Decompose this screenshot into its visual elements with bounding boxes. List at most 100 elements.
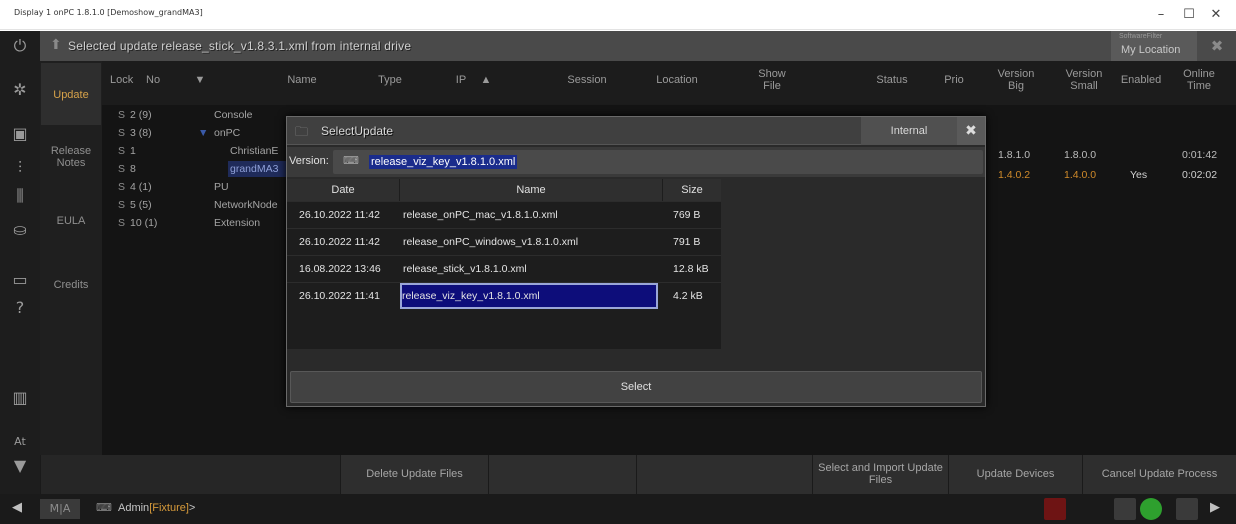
file-size: 4.2 kB [673, 290, 703, 302]
online-time: 0:02:02 [1182, 169, 1218, 181]
command-destination: [Fixture] [149, 502, 189, 514]
tab-credits[interactable]: Credits [41, 257, 101, 317]
row-no: 5 (5) [130, 199, 152, 211]
row-no: 2 (9) [130, 109, 152, 121]
file-column-size[interactable]: Size [663, 179, 721, 201]
command-user: Admin [118, 502, 150, 514]
row-name: grandMA3 [228, 161, 286, 177]
at-icon[interactable]: At [6, 429, 34, 455]
column-online-time[interactable]: Online Time [1174, 61, 1224, 105]
column-type[interactable]: Type [362, 61, 418, 105]
file-row[interactable]: 26.10.2022 11:42 release_onPC_mac_v1.8.1… [287, 201, 721, 227]
software-filter[interactable]: SoftwareFilter My Location [1111, 31, 1197, 61]
file-date: 26.10.2022 11:42 [299, 236, 380, 248]
delete-update-files-button[interactable]: Delete Update Files [340, 455, 488, 494]
tab-eula[interactable]: EULA [41, 193, 101, 253]
file-size: 791 B [673, 236, 701, 248]
help-icon[interactable]: ? [6, 295, 34, 321]
command-prompt: > [188, 502, 196, 514]
column-lock[interactable]: Lock [110, 61, 140, 105]
version-input[interactable]: ⌨ release_viz_key_v1.8.1.0.xml [333, 150, 983, 174]
select-import-button[interactable]: Select and Import Update Files [812, 455, 948, 494]
column-status[interactable]: Status [862, 61, 922, 105]
tab-release-notes[interactable]: Release Notes [41, 129, 101, 189]
column-location[interactable]: Location [642, 61, 712, 105]
column-enabled[interactable]: Enabled [1116, 61, 1166, 105]
row-name: onPC [214, 127, 241, 139]
file-column-name[interactable]: Name [400, 179, 662, 201]
column-ip[interactable]: IP [446, 61, 476, 105]
keyboard-icon[interactable]: ⌨ [343, 154, 359, 167]
message-bar: ⬆ Selected update release_stick_v1.8.3.1… [40, 31, 1236, 61]
filter-icon[interactable]: ▼ [6, 453, 34, 479]
row-lock: S [118, 109, 126, 121]
command-line-input[interactable]: Admin[Fixture]> [118, 502, 195, 514]
file-size: 12.8 kB [673, 263, 709, 275]
arrow-right-icon[interactable]: ▶ [1210, 500, 1220, 515]
file-row-selected[interactable]: 26.10.2022 11:41 release_viz_key_v1.8.1.… [287, 282, 721, 309]
version-big: 1.8.1.0 [998, 149, 1031, 161]
empty-button-slot [636, 455, 812, 494]
minimize-button[interactable]: – [1150, 6, 1172, 24]
online-time: 0:01:42 [1182, 149, 1218, 161]
file-name: release_stick_v1.8.1.0.xml [403, 263, 527, 275]
cancel-update-button[interactable]: Cancel Update Process [1082, 455, 1236, 494]
row-lock: S [118, 145, 126, 157]
arrow-left-icon[interactable]: ◀ [12, 500, 22, 515]
sort-asc-icon[interactable]: ▲ [476, 61, 496, 105]
row-name: NetworkNode [214, 199, 278, 211]
version-label: Version: [289, 155, 329, 167]
power-icon[interactable]: ⏻ [6, 33, 34, 59]
window-title: Display 1 onPC 1.8.1.0 [Demoshow_grandMA… [14, 8, 203, 17]
file-table: Date Name Size 26.10.2022 11:42 release_… [287, 179, 721, 349]
alert-icon[interactable] [1044, 498, 1066, 520]
row-no: 1 [130, 145, 136, 157]
column-show-file[interactable]: Show File [752, 61, 792, 105]
row-no: 3 (8) [130, 127, 152, 139]
faders-alt-icon[interactable]: ⫼ [6, 183, 34, 209]
empty-slot [40, 455, 340, 494]
version-row: Version: ⌨ release_viz_key_v1.8.1.0.xml [287, 147, 985, 177]
filter-arrow-icon[interactable]: ▼ [190, 61, 210, 105]
user-group-icon[interactable]: ⛀ [6, 217, 34, 243]
action-button-bar: Delete Update Files Select and Import Up… [40, 455, 1236, 494]
column-name[interactable]: Name [262, 61, 342, 105]
column-version-big[interactable]: Version Big [994, 61, 1038, 105]
version-value: release_viz_key_v1.8.1.0.xml [369, 155, 518, 169]
close-icon[interactable]: ✖ [1200, 33, 1234, 59]
gear-icon[interactable]: ✲ [6, 77, 34, 103]
update-devices-button[interactable]: Update Devices [948, 455, 1082, 494]
folder-icon: 🗀 [295, 125, 309, 140]
keyboard-icon[interactable]: ⌨ [96, 501, 112, 514]
window-title-bar: Display 1 onPC 1.8.1.0 [Demoshow_grandMA… [0, 0, 1236, 30]
close-window-button[interactable]: ✕ [1205, 6, 1227, 24]
onscreen-keyboard-icon[interactable] [1176, 498, 1198, 520]
group-chevron-icon[interactable]: ▼ [198, 125, 208, 141]
window-icon[interactable]: ▣ [6, 121, 34, 147]
row-name: ChristianE [230, 145, 279, 157]
column-no[interactable]: No [146, 61, 172, 105]
column-version-small[interactable]: Version Small [1062, 61, 1106, 105]
grid-icon[interactable]: ▥ [6, 385, 34, 411]
tab-update[interactable]: Update [41, 63, 101, 125]
close-icon[interactable]: ✖ [957, 117, 985, 145]
faders-icon[interactable]: ⫶ [6, 155, 34, 181]
row-lock: S [118, 217, 126, 229]
version-small: 1.4.0.0 [1064, 169, 1097, 181]
monitor-icon[interactable]: ▭ [6, 267, 34, 293]
row-lock: S [118, 163, 126, 175]
dialog-title-bar: 🗀 SelectUpdate Internal ✖ [287, 117, 985, 145]
app-window: Display 1 onPC 1.8.1.0 [Demoshow_grandMA… [0, 0, 1236, 524]
select-button[interactable]: Select [290, 371, 982, 403]
column-prio[interactable]: Prio [936, 61, 972, 105]
column-session[interactable]: Session [552, 61, 622, 105]
row-no: 10 (1) [130, 217, 158, 229]
keyboard-icon[interactable] [1114, 498, 1136, 520]
file-name: release_onPC_windows_v1.8.1.0.xml [403, 236, 579, 248]
row-no: 4 (1) [130, 181, 152, 193]
file-row[interactable]: 16.08.2022 13:46 release_stick_v1.8.1.0.… [287, 255, 721, 281]
file-row[interactable]: 26.10.2022 11:42 release_onPC_windows_v1… [287, 228, 721, 254]
file-column-date[interactable]: Date [287, 179, 399, 201]
internal-drive-button[interactable]: Internal [861, 117, 957, 145]
maximize-button[interactable]: ☐ [1178, 6, 1200, 24]
